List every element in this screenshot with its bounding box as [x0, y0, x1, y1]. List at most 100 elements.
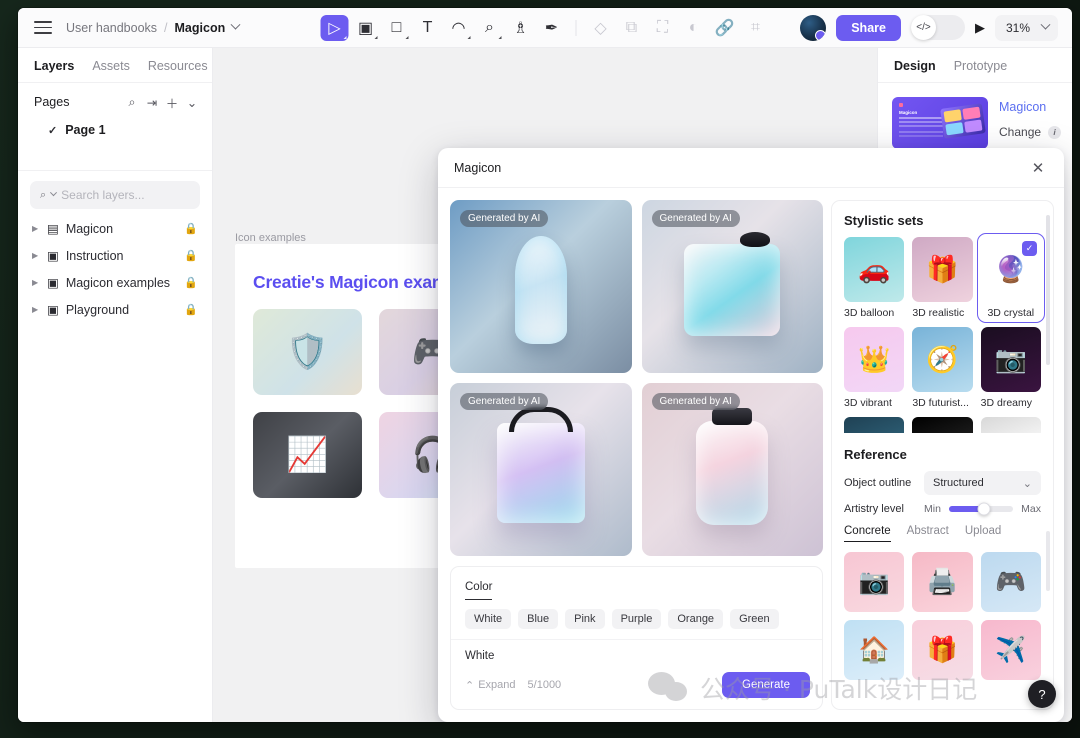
object-outline-select[interactable]: Structured ⌄: [924, 471, 1041, 495]
canvas-icon-chart[interactable]: 📈: [253, 412, 362, 498]
duplicate-icon[interactable]: ⧉: [618, 15, 646, 41]
hamburger-icon[interactable]: [34, 21, 52, 34]
crop-icon[interactable]: ⌗: [742, 15, 770, 41]
plus-icon[interactable]: ＋: [162, 92, 182, 112]
reference-airplane[interactable]: ✈️: [980, 620, 1041, 680]
breadcrumb-root[interactable]: User handbooks: [66, 21, 157, 35]
style-3d-realistic[interactable]: 🎁 3D realistic: [912, 237, 973, 319]
color-chip-pink[interactable]: Pink: [565, 609, 605, 629]
layer-item-instruction[interactable]: ▶ ▣ Instruction 🔒: [18, 242, 212, 269]
chevron-right-icon[interactable]: ▶: [32, 305, 40, 314]
gift-icon: 🎁: [926, 635, 959, 664]
reference-gamepad[interactable]: 🎮: [980, 552, 1041, 612]
component-icon[interactable]: ◇: [587, 15, 615, 41]
ai-magic-tool[interactable]: ♗: [507, 15, 535, 41]
frame-tool[interactable]: ▣: [352, 15, 380, 41]
generate-button[interactable]: Generate: [722, 672, 810, 698]
layer-item-playground[interactable]: ▶ ▣ Playground 🔒: [18, 296, 212, 323]
chevron-down-icon[interactable]: ⌄: [182, 92, 202, 112]
plugin-change-button[interactable]: Change i: [999, 125, 1062, 139]
generated-image-2[interactable]: Generated by AI: [641, 200, 823, 373]
tab-concrete[interactable]: Concrete: [844, 525, 891, 542]
settings-column: Stylistic sets 🚗 3D balloon 🎁 3D realist…: [823, 188, 1064, 722]
style-3d-crystal[interactable]: 🔮 ✓ 3D crystal: [976, 233, 1045, 323]
tab-abstract[interactable]: Abstract: [907, 525, 949, 542]
style-3d-balloon[interactable]: 🚗 3D balloon: [844, 237, 905, 319]
lock-icon[interactable]: 🔒: [184, 303, 198, 316]
rectangle-tool[interactable]: □: [383, 15, 411, 41]
search-layers-input[interactable]: ⌕ Search layers...: [30, 181, 200, 209]
chevron-right-icon[interactable]: ▶: [32, 251, 40, 260]
lock-icon[interactable]: 🔒: [184, 249, 198, 262]
zoom-selector[interactable]: 31%: [994, 14, 1058, 41]
slider-thumb[interactable]: [977, 502, 991, 516]
prompt-input[interactable]: White: [451, 640, 822, 672]
brush-tool[interactable]: ✒: [538, 15, 566, 41]
modal-header: Magicon ✕: [438, 148, 1064, 188]
style-thumb-partial[interactable]: [844, 417, 905, 433]
chevron-right-icon[interactable]: ▶: [32, 224, 40, 233]
avatar[interactable]: [800, 14, 827, 41]
search-icon[interactable]: ⌕: [122, 92, 142, 112]
generated-image-4[interactable]: Generated by AI: [641, 383, 823, 556]
color-chip-white[interactable]: White: [465, 609, 512, 629]
lock-icon[interactable]: 🔒: [184, 222, 198, 235]
style-thumb-partial[interactable]: [980, 417, 1041, 433]
color-chip-blue[interactable]: Blue: [518, 609, 559, 629]
style-3d-dreamy[interactable]: 📷 3D dreamy: [980, 327, 1041, 409]
layer-item-magicon[interactable]: ▶ ▤ Magicon 🔒: [18, 215, 212, 242]
reference-gift[interactable]: 🎁: [912, 620, 973, 680]
help-button[interactable]: ?: [1028, 680, 1056, 708]
plugin-thumbnail[interactable]: Magicon: [892, 97, 988, 149]
style-thumb-partial[interactable]: [912, 417, 973, 433]
style-3d-vibrant[interactable]: 👑 3D vibrant: [844, 327, 905, 409]
tab-layers[interactable]: Layers: [34, 59, 74, 73]
close-icon[interactable]: ✕: [1028, 158, 1048, 178]
color-chip-orange[interactable]: Orange: [668, 609, 724, 629]
tab-upload[interactable]: Upload: [965, 525, 1001, 542]
settings-scrollbar-secondary[interactable]: [1046, 531, 1050, 591]
ai-badge: Generated by AI: [460, 210, 549, 227]
link-icon[interactable]: 🔗: [711, 15, 739, 41]
reference-house[interactable]: 🏠: [844, 620, 905, 680]
color-chip-green[interactable]: Green: [730, 609, 779, 629]
layer-item-magicon-examples[interactable]: ▶ ▣ Magicon examples 🔒: [18, 269, 212, 296]
color-chip-purple[interactable]: Purple: [611, 609, 662, 629]
reference-title: Reference: [844, 447, 907, 462]
style-3d-futuristic[interactable]: 🧭 3D futurist...: [912, 327, 973, 409]
crown-icon: 👑: [857, 344, 891, 374]
frame-icon: ▣: [47, 303, 59, 317]
tab-color[interactable]: Color: [465, 581, 493, 600]
pen-tool[interactable]: ◠: [445, 15, 473, 41]
tab-prototype[interactable]: Prototype: [954, 59, 1008, 73]
pages-title: Pages: [34, 95, 70, 109]
page-item-page-1[interactable]: ✓ Page 1: [18, 119, 212, 141]
info-icon[interactable]: i: [1048, 125, 1062, 139]
chevron-right-icon[interactable]: ▶: [32, 278, 40, 287]
canvas-icon-shield[interactable]: 🛡️: [253, 309, 362, 395]
generated-image-1[interactable]: Generated by AI: [450, 200, 632, 373]
lock-icon[interactable]: 🔒: [184, 276, 198, 289]
plugin-name-link[interactable]: Magicon: [999, 100, 1061, 114]
code-toggle[interactable]: </>: [910, 15, 965, 40]
reference-camera[interactable]: 📷: [844, 552, 905, 612]
transform-icon[interactable]: ⛶: [649, 15, 677, 41]
mask-icon[interactable]: ◐: [680, 15, 708, 41]
breadcrumb-current[interactable]: Magicon: [175, 21, 226, 35]
tab-resources[interactable]: Resources: [148, 59, 208, 73]
move-tool[interactable]: ▷: [320, 14, 349, 41]
reference-printer[interactable]: 🖨️: [912, 552, 973, 612]
frame-label[interactable]: Icon examples: [235, 232, 306, 244]
tab-assets[interactable]: Assets: [92, 59, 130, 73]
tab-design[interactable]: Design: [894, 59, 936, 73]
expand-button[interactable]: ⌃ Expand: [465, 679, 516, 692]
generated-image-3[interactable]: Generated by AI: [450, 383, 632, 556]
text-tool[interactable]: T: [414, 15, 442, 41]
chevron-down-icon[interactable]: [230, 19, 241, 30]
settings-scrollbar[interactable]: [1046, 215, 1050, 365]
magic-search-tool[interactable]: ⌕: [476, 15, 504, 41]
present-button[interactable]: ▶: [975, 20, 985, 36]
sort-icon[interactable]: ⇥: [142, 92, 162, 112]
share-button[interactable]: Share: [836, 14, 901, 41]
artistry-level-slider[interactable]: [948, 502, 1014, 516]
